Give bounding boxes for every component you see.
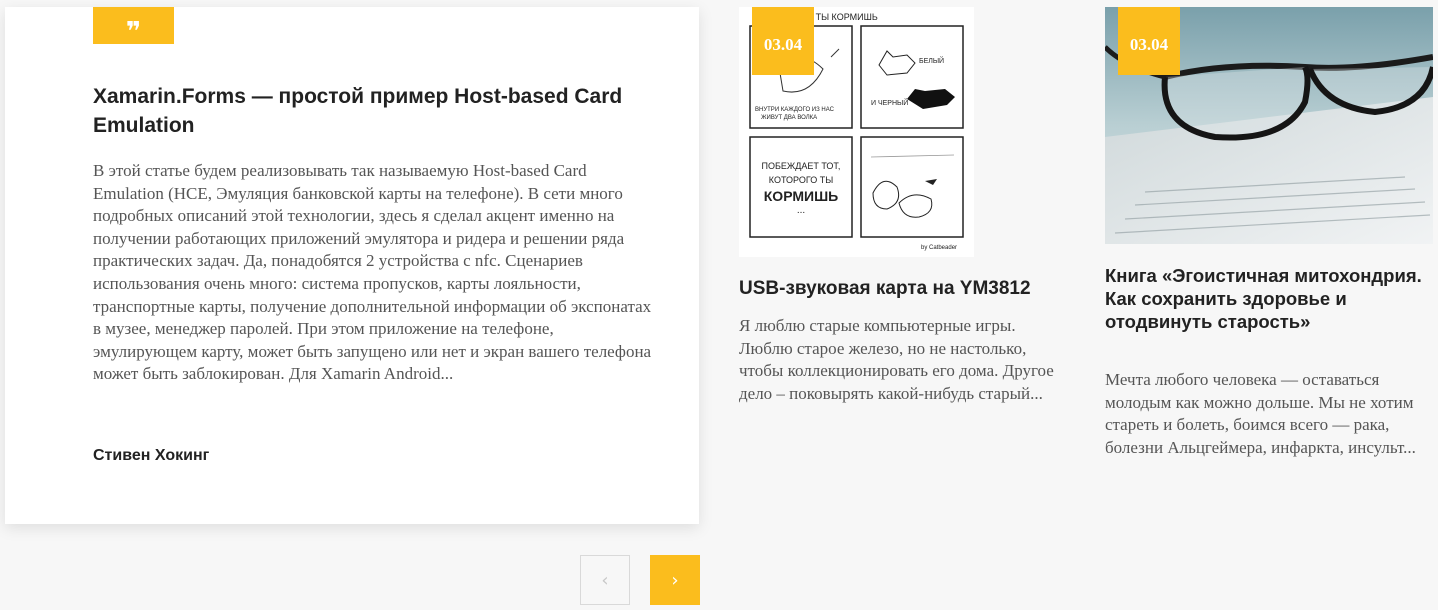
quote-icon: ❞: [125, 16, 142, 47]
article-excerpt: Я люблю старые компьютерные игры. Люблю …: [739, 316, 1054, 403]
comic-text-2: КОТОРОГО ТЫ: [769, 175, 833, 185]
date-badge: 03.04: [1118, 7, 1180, 75]
featured-article-title[interactable]: Xamarin.Forms — простой пример Host-base…: [93, 82, 673, 140]
article-excerpt: Мечта любого человека — оставаться молод…: [1105, 370, 1416, 457]
comic-white: БЕЛЫЙ: [919, 56, 944, 65]
comic-text-3: КОРМИШЬ: [764, 188, 838, 204]
article-card-usb[interactable]: ТО ТЫ КОРМИШЬ ВНУТРИ КАЖДОГО ИЗ НАС ЖИВУ…: [739, 7, 1069, 437]
article-image-glasses[interactable]: 03.04: [1105, 7, 1433, 244]
comic-black: И ЧЕРНЫЙ: [871, 98, 908, 107]
article-card-book[interactable]: 03.04 Книга «Эгоистичная митохондрия. Ка…: [1105, 7, 1433, 487]
next-button[interactable]: ›: [650, 555, 700, 605]
comic-signature: by Catbeader: [921, 245, 957, 251]
featured-article-card: ❞ Xamarin.Forms — простой пример Host-ba…: [5, 7, 699, 524]
article-image-comic[interactable]: ТО ТЫ КОРМИШЬ ВНУТРИ КАЖДОГО ИЗ НАС ЖИВУ…: [739, 7, 974, 257]
date-badge: 03.04: [752, 7, 814, 75]
article-title[interactable]: USB-звуковая карта на YM3812: [739, 277, 1069, 300]
featured-article-author[interactable]: Стивен Хокинг: [93, 447, 209, 465]
comic-text-dots: ...: [797, 205, 805, 216]
prev-button[interactable]: ‹: [580, 555, 630, 605]
comic-text-1: ПОБЕЖДАЕТ ТОТ,: [762, 161, 841, 171]
quote-badge: ❞: [93, 7, 174, 47]
featured-article-excerpt: В этой статье будем реализовывать так на…: [93, 161, 652, 384]
article-title[interactable]: Книга «Эгоистичная митохондрия. Как сохр…: [1105, 264, 1425, 333]
